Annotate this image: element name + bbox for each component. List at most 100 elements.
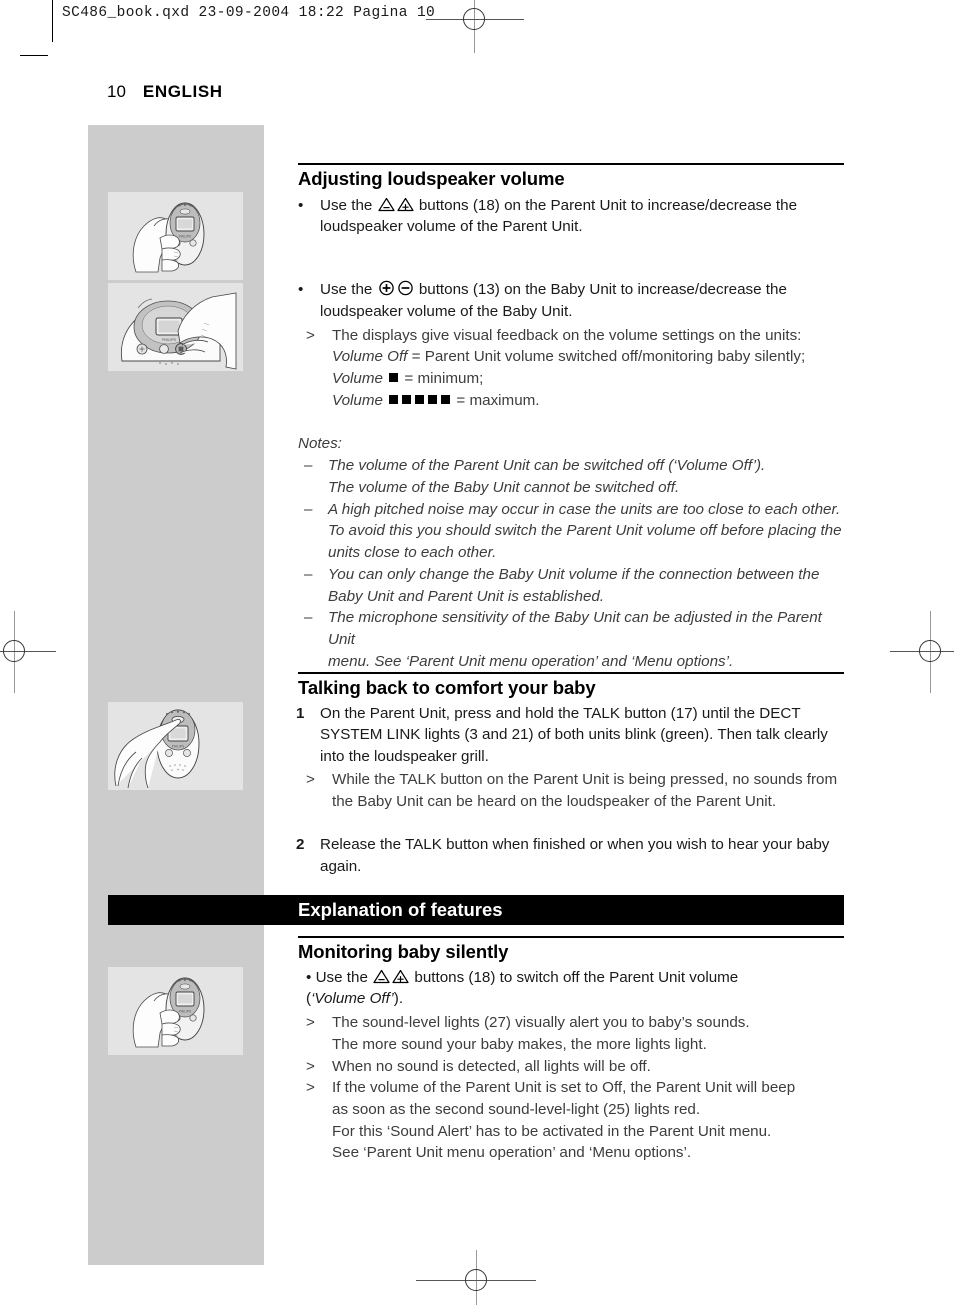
- result-line: When no sound is detected, all lights wi…: [332, 1057, 651, 1075]
- section-rule-features: [298, 936, 844, 938]
- dash-marker: –: [304, 609, 313, 627]
- talkback-step-1: 1 On the Parent Unit, press and hold the…: [296, 703, 844, 768]
- note-line: The microphone sensitivity of the Baby U…: [328, 609, 822, 649]
- volume-max-description: = maximum.: [456, 391, 540, 409]
- note-line: You can only change the Baby Unit volume…: [328, 565, 820, 583]
- svg-text:PHILIPS: PHILIPS: [179, 235, 191, 239]
- notes-title: Notes:: [298, 435, 342, 453]
- note-line: Baby Unit and Parent Unit is established…: [328, 587, 605, 605]
- svg-text:PHILIPS: PHILIPS: [172, 745, 184, 749]
- parent-unit-illustration-art: PHILIPS: [108, 192, 243, 280]
- parent-unit-volume-off-illustration-art: PHILIPS: [108, 967, 243, 1055]
- result-marker: >: [306, 326, 315, 344]
- talkback-step-1-text: On the Parent Unit, press and hold the T…: [320, 704, 828, 766]
- talkback-step-2: 2 Release the TALK button when finished …: [296, 834, 844, 877]
- page-number: 10: [107, 82, 126, 101]
- section-heading-monitoring: Monitoring baby silently: [298, 941, 509, 962]
- svg-text:PHILIPS: PHILIPS: [179, 1010, 191, 1014]
- monitoring-bullet-text-c: (‘Volume Off’).: [306, 990, 404, 1008]
- triangle-plus-icon: [396, 197, 414, 211]
- result-marker: >: [306, 770, 315, 788]
- volume-max-label: Volume: [332, 391, 383, 409]
- step-number: 2: [296, 836, 305, 854]
- section-talkback: Talking back to comfort your baby 1 On t…: [296, 677, 844, 878]
- bullet-marker: •: [306, 968, 312, 986]
- notes-block: Notes: – The volume of the Parent Unit c…: [298, 433, 844, 672]
- volume-bullet-baby-unit: • Use the buttons (13) on the Baby Unit …: [298, 279, 844, 322]
- registration-mark-right: [890, 611, 954, 693]
- talkback-step-1-result-text: While the TALK button on the Parent Unit…: [332, 770, 838, 810]
- monitoring-bullet: • Use the buttons (18) to switch off the…: [298, 967, 844, 1010]
- monitoring-result-3: > If the volume of the Parent Unit is se…: [298, 1077, 844, 1164]
- note-item: – The microphone sensitivity of the Baby…: [298, 607, 844, 672]
- volume-min-label: Volume: [332, 369, 383, 387]
- bullet-marker: •: [298, 281, 304, 299]
- step-number: 1: [296, 704, 305, 722]
- monitoring-bullet-text-b: buttons (18) to switch off the Parent Un…: [414, 968, 739, 986]
- volume-result-line-4: Volume = maximum.: [332, 390, 844, 412]
- volume-max-bars: [387, 392, 452, 409]
- note-line: menu. See ‘Parent Unit menu operation’ a…: [328, 652, 734, 670]
- section-rule-talkback: [298, 672, 844, 674]
- volume-off-description: = Parent Unit volume switched off/monito…: [411, 348, 806, 366]
- volume-result-line-3: Volume = minimum;: [332, 368, 844, 390]
- volume-min-description: = minimum;: [404, 369, 484, 387]
- result-marker: >: [306, 1057, 315, 1075]
- dash-marker: –: [304, 565, 313, 583]
- volume-square: [402, 394, 412, 404]
- result-marker: >: [306, 1079, 315, 1097]
- section-volume: Adjusting loudspeaker volume • Use the b…: [298, 168, 844, 673]
- file-stamp: SC486_book.qxd 23-09-2004 18:22 Pagina 1…: [62, 5, 436, 21]
- banner-title: Explanation of features: [298, 899, 503, 920]
- triangle-plus-icon: [392, 969, 409, 983]
- note-line: The volume of the Parent Unit can be swi…: [328, 457, 766, 475]
- language-label: ENGLISH: [142, 82, 223, 101]
- registration-mark-top: [426, 0, 524, 53]
- volume-min-bars: [387, 370, 400, 387]
- triangle-minus-icon: [373, 969, 390, 983]
- volume-square: [441, 394, 451, 404]
- result-line: The sound-level lights (27) visually ale…: [332, 1014, 750, 1032]
- triangle-minus-icon: [377, 197, 395, 211]
- talkback-step-1-result: > While the TALK button on the Parent Un…: [298, 769, 844, 812]
- note-line: The volume of the Baby Unit cannot be sw…: [328, 478, 680, 496]
- circled-minus-icon: [397, 280, 413, 296]
- volume-result-line-1: The displays give visual feedback on the…: [332, 326, 802, 344]
- crop-mark-horizontal-left: [20, 55, 48, 56]
- section-rule-volume: [298, 163, 844, 165]
- monitoring-bullet-text-a: Use the: [315, 968, 368, 986]
- volume-square: [415, 394, 425, 404]
- result-line: If the volume of the Parent Unit is set …: [332, 1079, 796, 1097]
- talkback-step-2-text: Release the TALK button when finished or…: [320, 836, 830, 875]
- result-line: The more sound your baby makes, the more…: [332, 1035, 707, 1053]
- result-line: as soon as the second sound-level-light …: [332, 1100, 701, 1118]
- volume-result-line-2: Volume Off = Parent Unit volume switched…: [332, 346, 844, 368]
- running-head: 10 ENGLISH: [107, 82, 223, 102]
- section-heading-talkback: Talking back to comfort your baby: [298, 677, 596, 698]
- illustration-finger-pressing-talk-button: PHILIPS: [108, 702, 243, 790]
- baby-unit-illustration-art: PHILIPS: [108, 283, 243, 371]
- illustration-hand-holding-parent-unit: PHILIPS: [108, 192, 243, 280]
- talk-button-illustration-art: PHILIPS: [108, 702, 243, 790]
- bullet-marker: •: [298, 196, 304, 214]
- registration-mark-left: [0, 611, 56, 693]
- circled-plus-icon: [378, 280, 394, 296]
- registration-mark-bottom: [416, 1250, 536, 1305]
- note-item: – The volume of the Parent Unit can be s…: [298, 455, 844, 498]
- result-marker: >: [306, 1014, 315, 1032]
- note-item: – A high pitched noise may occur in case…: [298, 499, 844, 564]
- monitoring-result-1: > The sound-level lights (27) visually a…: [298, 1012, 844, 1055]
- volume-square: [389, 394, 399, 404]
- volume-off-quote: ‘Volume Off’: [311, 990, 394, 1008]
- manual-page: SC486_book.qxd 23-09-2004 18:22 Pagina 1…: [0, 0, 954, 1305]
- crop-mark-vertical-left: [52, 0, 53, 42]
- section-features: Monitoring baby silently • Use the butto…: [298, 941, 844, 1164]
- dash-marker: –: [304, 457, 313, 475]
- result-line: For this ‘Sound Alert’ has to be activat…: [332, 1122, 772, 1140]
- volume-square: [389, 372, 399, 382]
- note-line: To avoid this you should switch the Pare…: [328, 522, 842, 540]
- section-heading-volume: Adjusting loudspeaker volume: [298, 168, 565, 189]
- result-line: See ‘Parent Unit menu operation’ and ‘Me…: [332, 1144, 692, 1162]
- volume-bullet-baby-text-a: Use the: [320, 281, 373, 299]
- illustration-hand-holding-parent-unit-volume-off: PHILIPS: [108, 967, 243, 1055]
